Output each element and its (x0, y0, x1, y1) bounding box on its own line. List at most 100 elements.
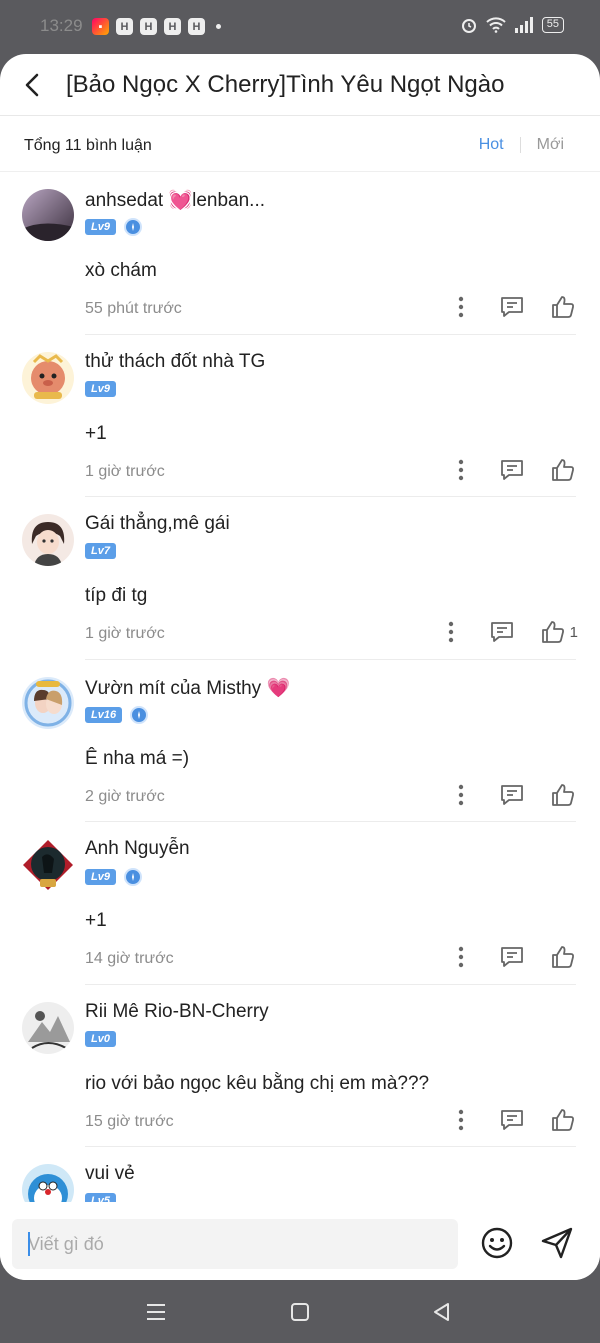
signal-icon (514, 17, 533, 33)
username[interactable]: Rii Mê Rio-BN-Cherry (85, 1001, 269, 1023)
like-icon[interactable] (550, 1107, 576, 1133)
sort-hot-tab[interactable]: Hot (479, 136, 504, 154)
reply-icon[interactable] (499, 1107, 525, 1133)
comment-item: thử thách đốt nhà TG Lv9 +1 1 giờ trước (0, 335, 600, 497)
sort-new-tab[interactable]: Mới (537, 136, 564, 154)
comment-time: 1 giờ trước (85, 462, 165, 480)
nav-menu-button[interactable] (144, 1300, 168, 1324)
more-options-icon[interactable] (448, 944, 474, 970)
avatar[interactable] (22, 351, 74, 404)
send-icon (541, 1227, 573, 1259)
comment-time: 1 giờ trước (85, 625, 165, 642)
vip-badge-icon (130, 705, 149, 724)
comments-sheet: [Bảo Ngọc X Cherry]Tình Yêu Ngọt Ngào Tổ… (0, 54, 600, 1280)
back-triangle-icon (434, 1303, 449, 1321)
nav-back-button[interactable] (430, 1300, 454, 1324)
comment-list[interactable]: anhsedat 💓lenban... Lv9 xò chám 55 phút … (0, 172, 600, 1202)
home-square-icon (291, 1303, 309, 1321)
comment-time: 14 giờ trước (85, 950, 174, 967)
h-icon: H (140, 18, 157, 35)
comment-time: 2 giờ trước (85, 787, 165, 805)
comment-input[interactable] (12, 1219, 458, 1269)
level-badge: Lv9 (85, 869, 116, 885)
level-badge: Lv9 (85, 219, 116, 235)
h-icon: H (116, 18, 133, 35)
like-icon[interactable] (550, 944, 576, 970)
comment-text: rio với bảo ngọc kêu bằng chị em mà??? (85, 1072, 430, 1094)
avatar[interactable] (22, 1001, 74, 1054)
more-options-icon[interactable] (448, 782, 474, 808)
like-count: 1 (569, 623, 578, 641)
comment-item: Rii Mê Rio-BN-Cherry Lv0 rio với bảo ngọ… (0, 985, 600, 1147)
level-badge: Lv5 (85, 1193, 116, 1202)
emoji-icon (481, 1227, 513, 1259)
vip-badge-icon (123, 868, 142, 886)
nav-home-button[interactable] (288, 1300, 312, 1324)
h-icon: H (164, 18, 181, 35)
comment-text: +1 (85, 422, 107, 444)
more-options-icon[interactable] (448, 294, 474, 320)
comment-item: Vườn mít của Misthy 💗 Lv16 Ê nha má =) 2… (0, 660, 600, 822)
comment-text: +1 (85, 910, 107, 931)
reply-icon[interactable] (499, 782, 525, 808)
avatar[interactable] (22, 839, 74, 891)
sort-divider (519, 137, 521, 153)
battery-icon: 55 (541, 17, 564, 33)
vip-badge-icon (123, 218, 142, 236)
status-time: 13:29 (40, 16, 83, 35)
avatar[interactable] (22, 189, 74, 241)
comment-time: 55 phút trước (85, 300, 182, 317)
comment-item: vui vẻ Lv5 (0, 1147, 600, 1202)
more-options-icon[interactable] (438, 619, 464, 645)
comments-subheader: Tổng 11 bình luận Hot Mới (0, 116, 600, 172)
comment-count: Tổng 11 bình luận (24, 137, 152, 154)
emoji-button[interactable] (480, 1226, 514, 1260)
level-badge: Lv0 (85, 1030, 116, 1047)
reply-icon[interactable] (499, 457, 525, 483)
system-nav-bar (0, 1280, 600, 1343)
comment-text: Ê nha má =) (85, 747, 190, 769)
wifi-icon (486, 17, 506, 33)
username[interactable]: anhsedat 💓lenban... (85, 188, 265, 212)
alarm-icon (461, 19, 476, 33)
comment-text: típ đi tg (85, 585, 148, 606)
like-icon[interactable] (550, 782, 576, 808)
level-badge: Lv9 (85, 380, 116, 397)
avatar[interactable] (22, 514, 74, 566)
comment-item: anhsedat 💓lenban... Lv9 xò chám 55 phút … (0, 172, 600, 335)
reply-icon[interactable] (489, 619, 515, 645)
status-bar: 13:29 ▪ H H H H 55 (0, 0, 600, 54)
username[interactable]: Gái thẳng,mê gái (85, 513, 230, 535)
like-icon[interactable] (540, 619, 566, 645)
send-button[interactable] (540, 1226, 574, 1260)
comment-item: Gái thẳng,mê gái Lv7 típ đi tg 1 giờ trư… (0, 497, 600, 660)
more-options-icon[interactable] (448, 457, 474, 483)
sort-tabs: Hot Mới (479, 136, 564, 154)
text-caret (28, 1232, 30, 1256)
comment-time: 15 giờ trước (85, 1112, 174, 1130)
menu-icon (147, 1304, 165, 1320)
avatar[interactable] (22, 676, 74, 729)
reply-icon[interactable] (499, 294, 525, 320)
avatar[interactable] (22, 1164, 74, 1202)
app-icon: ▪ (92, 18, 109, 35)
username[interactable]: vui vẻ (85, 1163, 135, 1185)
notification-icons: ▪ H H H H (92, 18, 221, 35)
reply-icon[interactable] (499, 944, 525, 970)
more-options-icon[interactable] (448, 1107, 474, 1133)
level-badge: Lv7 (85, 543, 116, 559)
comment-composer (0, 1202, 600, 1280)
like-icon[interactable] (550, 457, 576, 483)
header: [Bảo Ngọc X Cherry]Tình Yêu Ngọt Ngào (0, 54, 600, 116)
h-icon: H (188, 18, 205, 35)
username[interactable]: thử thách đốt nhà TG (85, 351, 265, 373)
more-dot-icon (216, 24, 221, 29)
username[interactable]: Vườn mít của Misthy 💗 (85, 676, 290, 700)
back-button[interactable] (18, 68, 48, 102)
level-badge: Lv16 (85, 706, 123, 723)
username[interactable]: Anh Nguyễn (85, 838, 190, 860)
comment-text: xò chám (85, 260, 157, 281)
comment-item: Anh Nguyễn Lv9 +1 14 giờ trước (0, 822, 600, 985)
like-icon[interactable] (550, 294, 576, 320)
back-arrow-icon (25, 73, 39, 97)
